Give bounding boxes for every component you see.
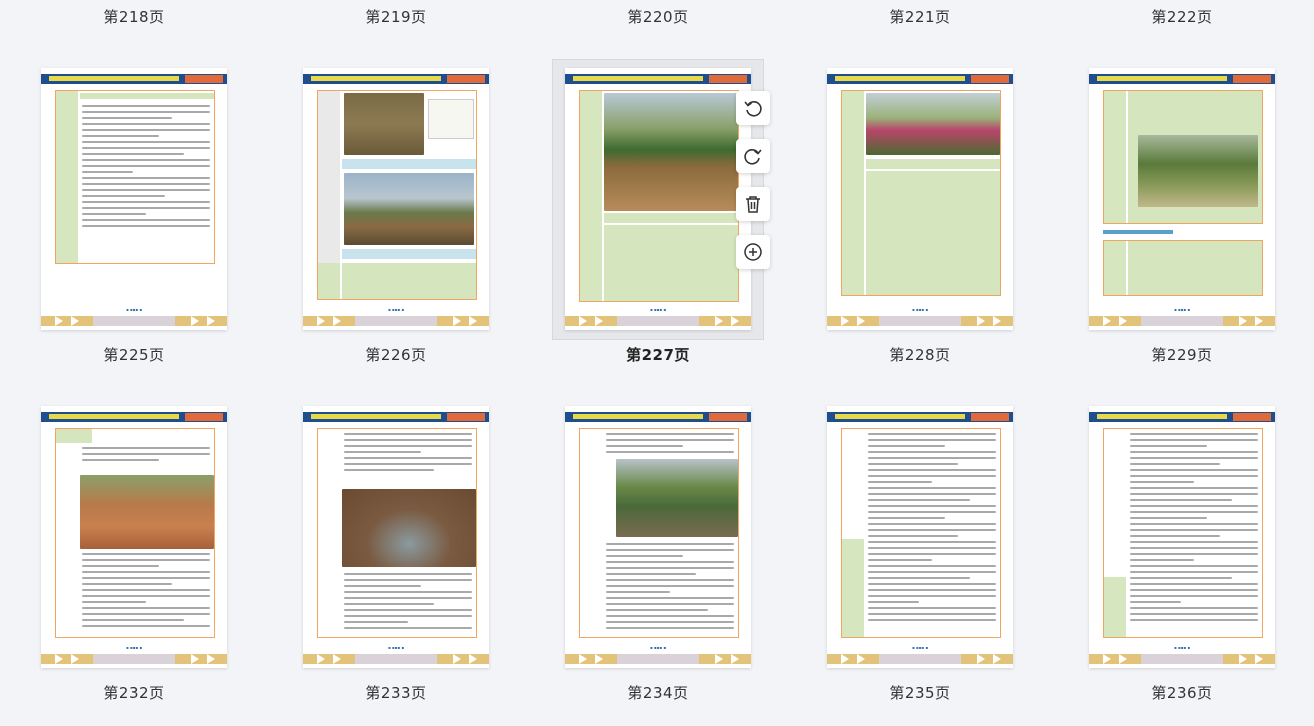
page-thumbnail-225[interactable]: ▪ ▪▪▪ ▪ bbox=[41, 68, 227, 330]
page-label[interactable]: 第235页 bbox=[789, 682, 1051, 703]
page-label[interactable]: 第229页 bbox=[1051, 344, 1313, 365]
page-label[interactable]: 第228页 bbox=[789, 344, 1051, 365]
page-label[interactable]: 第226页 bbox=[265, 344, 527, 365]
page-thumbnail-232[interactable]: ▪ ▪▪▪ ▪ bbox=[41, 406, 227, 668]
page-thumbnail-227[interactable]: ▪ ▪▪▪ ▪ bbox=[565, 68, 751, 330]
rotate-left-button[interactable] bbox=[736, 91, 770, 125]
rotate-ccw-icon bbox=[744, 101, 762, 117]
page-label[interactable]: 第219页 bbox=[265, 6, 527, 27]
page-thumbnail-229[interactable]: ▪ ▪▪▪ ▪ bbox=[1089, 68, 1275, 330]
page-label[interactable]: 第233页 bbox=[265, 682, 527, 703]
page-thumbnail-235[interactable]: ▪ ▪▪▪ ▪ bbox=[827, 406, 1013, 668]
trash-icon bbox=[746, 196, 760, 213]
page-thumbnail-234[interactable]: ▪ ▪▪▪ ▪ bbox=[565, 406, 751, 668]
insert-page-button[interactable] bbox=[736, 235, 770, 269]
page-label[interactable]: 第222页 bbox=[1051, 6, 1313, 27]
page-label[interactable]: 第236页 bbox=[1051, 682, 1313, 703]
rotate-cw-icon bbox=[744, 149, 762, 165]
page-label[interactable]: 第225页 bbox=[3, 344, 265, 365]
thumbnail-grid: 第218页 第219页 第220页 第221页 第222页 ▪ ▪▪▪ ▪ 第2… bbox=[0, 0, 1314, 726]
page-thumbnail-228[interactable]: ▪ ▪▪▪ ▪ bbox=[827, 68, 1013, 330]
plus-circle-icon bbox=[744, 243, 762, 261]
page-label[interactable]: 第234页 bbox=[527, 682, 789, 703]
page-thumbnail-226[interactable]: ▪ ▪▪▪ ▪ bbox=[303, 68, 489, 330]
page-thumbnail-236[interactable]: ▪ ▪▪▪ ▪ bbox=[1089, 406, 1275, 668]
page-label-selected[interactable]: 第227页 bbox=[527, 344, 789, 365]
rotate-right-button[interactable] bbox=[736, 139, 770, 173]
page-thumbnail-233[interactable]: ▪ ▪▪▪ ▪ bbox=[303, 406, 489, 668]
page-label[interactable]: 第221页 bbox=[789, 6, 1051, 27]
page-label[interactable]: 第218页 bbox=[3, 6, 265, 27]
delete-page-button[interactable] bbox=[736, 187, 770, 221]
page-label[interactable]: 第232页 bbox=[3, 682, 265, 703]
page-label[interactable]: 第220页 bbox=[527, 6, 789, 27]
